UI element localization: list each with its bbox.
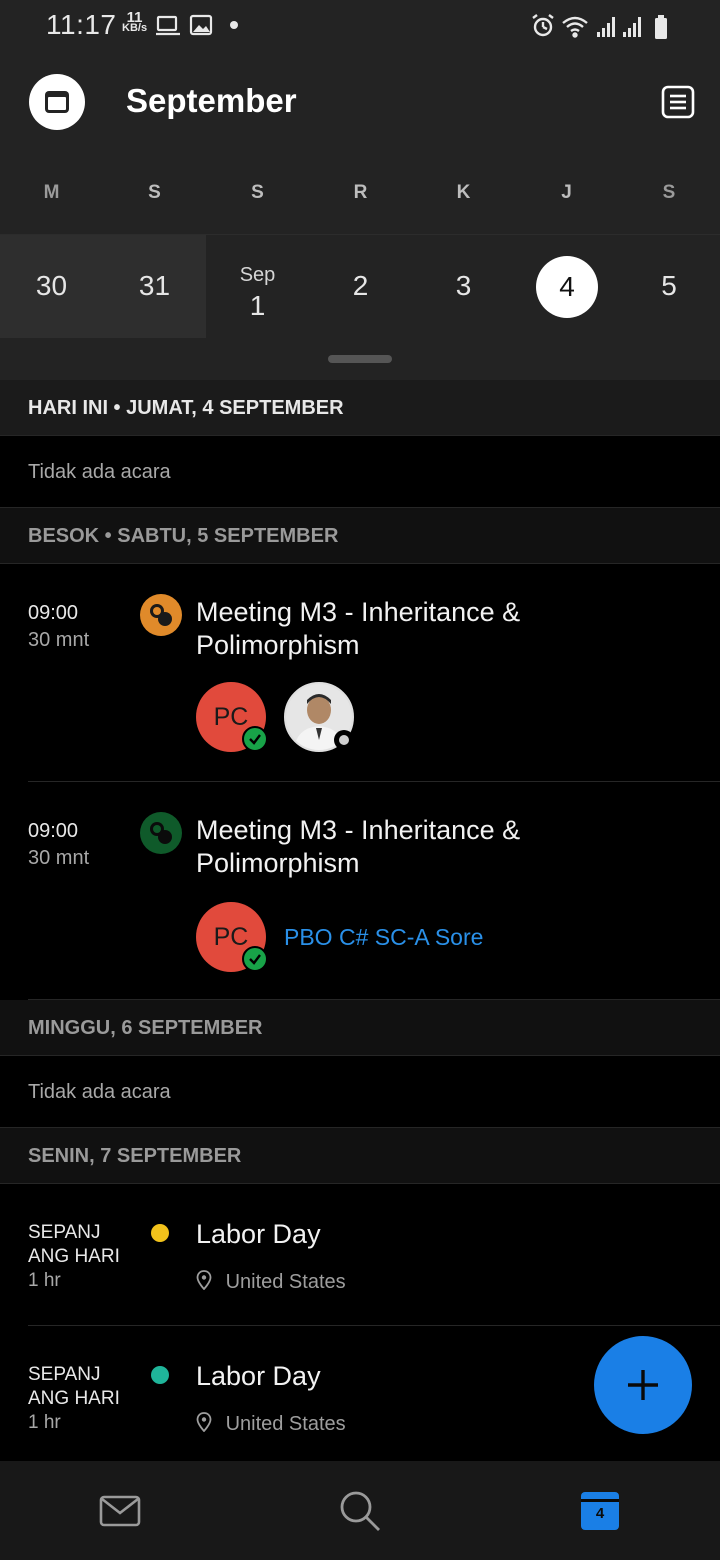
mail-icon	[99, 1495, 141, 1527]
event-title: Labor Day	[196, 1361, 321, 1391]
accepted-check-icon	[242, 946, 268, 972]
date-cell[interactable]: 2	[309, 235, 412, 338]
event-duration: 1 hr	[28, 1270, 61, 1291]
weekday-label: S	[251, 182, 264, 203]
weekday-label: R	[353, 182, 368, 203]
calendar-view-button[interactable]	[29, 74, 85, 130]
bottom-navigation: 4	[0, 1461, 720, 1560]
location-text: United States	[225, 1271, 346, 1293]
section-header-today: HARI INI • JUMAT, 4 SEPTEMBER	[0, 380, 720, 436]
signal-icon-2	[623, 17, 641, 37]
date-cell[interactable]: 5	[618, 235, 720, 338]
selected-date-number: 4	[536, 256, 598, 318]
battery-icon	[655, 15, 667, 39]
gallery-icon	[189, 14, 213, 36]
location-text: United States	[225, 1413, 346, 1435]
no-events-text: Tidak ada acara	[0, 436, 720, 508]
event-item[interactable]: SEPANJ ANG HARI 1 hr Labor Day United St…	[28, 1184, 720, 1326]
plus-icon	[628, 1370, 658, 1400]
event-item[interactable]: 09:00 30 mnt Meeting M3 - Inheritance & …	[28, 564, 720, 782]
date-cell[interactable]: Sep 1	[206, 235, 309, 338]
week-date-strip: 30 31 Sep 1 2 3 4 5	[0, 234, 720, 380]
net-speed-unit: KB/s	[122, 22, 148, 34]
date-cell[interactable]: 30	[0, 235, 103, 338]
event-duration: 1 hr	[28, 1412, 61, 1433]
calendar-color-dot	[151, 1366, 169, 1384]
event-title: Meeting M3 - Inheritance & Polimorphism	[196, 597, 521, 660]
event-item[interactable]: 09:00 30 mnt Meeting M3 - Inheritance & …	[28, 782, 720, 1000]
calendar-icon	[45, 91, 69, 113]
all-day-label: SEPANJ ANG HARI 1 hr	[28, 1363, 120, 1435]
date-number: 1	[249, 290, 266, 321]
section-header-sunday: MINGGU, 6 SEPTEMBER	[0, 1000, 720, 1056]
weekday-label: S	[662, 182, 676, 203]
system-icons	[531, 13, 676, 46]
weekday-label: S	[148, 182, 161, 203]
agenda-view-button[interactable]	[660, 84, 696, 120]
location-pin-icon	[196, 1270, 212, 1291]
date-cell-selected[interactable]: 4	[515, 235, 618, 338]
avatar-initials: PC	[213, 703, 249, 731]
month-label: Sep	[239, 264, 276, 286]
list-view-icon	[661, 85, 695, 119]
location-pin-icon	[196, 1412, 212, 1433]
all-day-line2: ANG HARI	[28, 1388, 120, 1409]
date-cell[interactable]: 3	[412, 235, 515, 338]
event-location: United States	[196, 1270, 346, 1294]
status-time: 11:17	[46, 9, 117, 40]
weekday-header: M S S R K J S	[0, 164, 720, 234]
new-event-button[interactable]	[594, 1336, 692, 1434]
all-day-line1: SEPANJ	[28, 1222, 101, 1243]
nav-calendar[interactable]: 4	[578, 1489, 622, 1533]
net-speed: 11 KB/s	[122, 10, 148, 34]
nav-calendar-day: 4	[595, 1505, 605, 1522]
group-link[interactable]: PBO C# SC-A Sore	[284, 924, 483, 951]
dot-icon	[230, 21, 238, 29]
date-number: 31	[138, 270, 171, 301]
month-title[interactable]: September	[126, 82, 297, 120]
alarm-icon	[532, 14, 554, 37]
section-header-monday: SENIN, 7 SEPTEMBER	[0, 1128, 720, 1184]
laptop-icon	[156, 15, 180, 36]
no-events-text: Tidak ada acara	[0, 1056, 720, 1128]
section-header-tomorrow: BESOK • SABTU, 5 SEPTEMBER	[0, 508, 720, 564]
all-day-line2: ANG HARI	[28, 1246, 120, 1267]
meeting-icon	[140, 594, 182, 636]
app-header: September	[0, 52, 720, 164]
date-number: 30	[35, 270, 68, 301]
date-cell[interactable]: 31	[103, 235, 206, 338]
avatar-initials: PC	[213, 923, 249, 951]
accepted-check-icon	[242, 726, 268, 752]
weekday-label: M	[43, 182, 60, 203]
all-day-label: SEPANJ ANG HARI 1 hr	[28, 1221, 120, 1293]
agenda-list: HARI INI • JUMAT, 4 SEPTEMBER Tidak ada …	[0, 380, 720, 1462]
date-number: 3	[455, 270, 472, 301]
event-duration: 30 mnt	[28, 629, 90, 651]
event-start-time: 09:00	[28, 602, 79, 624]
event-start-time: 09:00	[28, 820, 79, 842]
event-title: Labor Day	[196, 1219, 321, 1249]
date-number: 5	[661, 270, 677, 301]
date-number: 2	[352, 270, 369, 301]
presence-icon	[334, 730, 354, 750]
search-icon	[340, 1491, 380, 1531]
event-duration: 30 mnt	[28, 847, 90, 869]
wifi-icon	[562, 16, 588, 38]
notification-icons	[156, 14, 246, 45]
event-title: Meeting M3 - Inheritance & Polimorphism	[196, 815, 521, 878]
event-time: 09:00 30 mnt	[28, 600, 89, 654]
event-time: 09:00 30 mnt	[28, 818, 89, 872]
weekday-label: J	[561, 182, 572, 203]
all-day-line1: SEPANJ	[28, 1364, 101, 1385]
event-location: United States	[196, 1412, 346, 1436]
nav-search[interactable]	[338, 1489, 382, 1533]
status-bar: 11:17 11 KB/s	[0, 0, 720, 52]
expand-handle[interactable]	[328, 355, 392, 363]
signal-icon-1	[597, 17, 615, 37]
calendar-color-dot	[151, 1224, 169, 1242]
weekday-label: K	[456, 182, 471, 203]
meeting-icon	[140, 812, 182, 854]
nav-mail[interactable]	[98, 1489, 142, 1533]
